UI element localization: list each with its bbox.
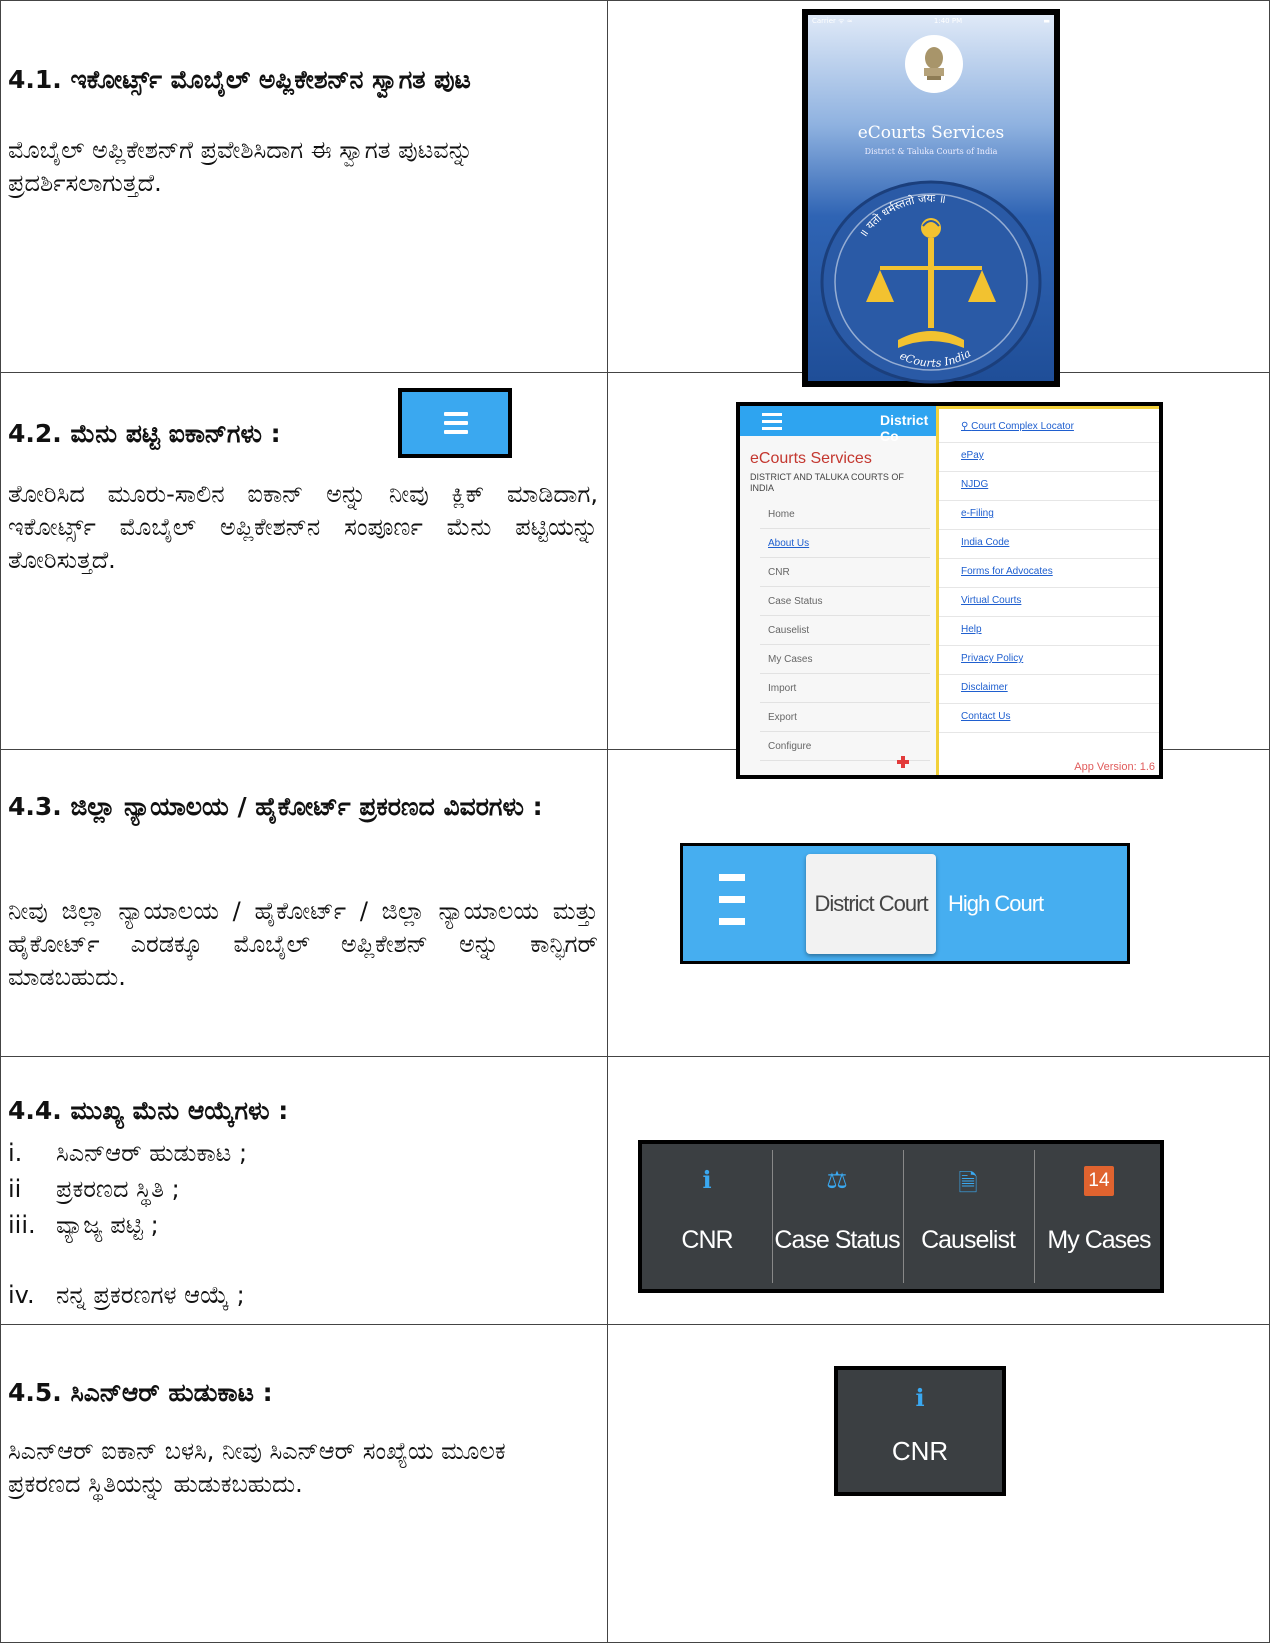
row-divider [0,1056,1270,1057]
status-bar: Carrier ᯤ ≈ 1:40 PM ▬ [812,17,1050,29]
court-tabs-screenshot: District Court High Court [680,843,1130,964]
menu-item-home[interactable]: Home [760,500,930,529]
list-item-text: ನನ್ನ ಪ್ರಕರಣಗಳ ಆಯ್ಕೆ ; [56,1281,245,1309]
national-emblem-icon [905,35,963,93]
menu-item-case-status[interactable]: Case Status [760,587,930,616]
list-item-number: i. [8,1139,23,1167]
menu-link-label: Court Complex Locator [971,421,1074,432]
tab-high-court[interactable]: High Court [948,854,1044,954]
menu-item-import[interactable]: Import [760,674,930,703]
menu-link-india-code[interactable]: India Code [961,528,1141,557]
menu-icon-preview [398,388,512,458]
row-4-3-heading-wrap: 4.3. ಜಿಲ್ಲಾ ನ್ಯಾಯಾಲಯ / ಹೈಕೋರ್ಟ್ ಪ್ರಕರಣದ … [8,789,568,825]
main-menu-case-status[interactable]: ⚖ Case Status [772,1144,902,1289]
location-pin-icon: ⚲ [961,421,972,432]
menu-brand: eCourts Services [750,450,872,467]
main-menu-causelist[interactable]: 🗎 Causelist [903,1144,1033,1289]
list-item: ii ಪ್ರಕರಣದ ಸ್ಥಿತಿ ; [8,1173,598,1209]
section-body-4-2: ತೋರಿಸಿದ ಮೂರು-ಸಾಲಿನ ಐಕಾನ್ ಅನ್ನು ನೀವು ಕ್ಲಿ… [8,480,598,574]
main-menu-screenshot: ℹ CNR ⚖ Case Status 🗎 Causelist 14 My Ca… [638,1140,1164,1293]
menu-link-epay[interactable]: ePay [961,441,1141,470]
section-heading-4-2: 4.2. ಮೆನು ಪಟ್ಟಿ ಐಕಾನ್‌ಗಳು : [8,419,281,448]
menu-link-privacy-policy[interactable]: Privacy Policy [961,644,1141,673]
list-item: iv. ನನ್ನ ಪ್ರಕರಣಗಳ ಆಯ್ಕೆ ; [8,1279,598,1315]
app-top-bar: District Co [740,406,950,444]
row-4-3-text: ನೀವು ಜಿಲ್ಲಾ ನ್ಯಾಯಾಲಯ / ಹೈಕೋರ್ಟ್ / ಜಿಲ್ಲಾ… [8,895,598,994]
section-heading-4-5: 4.5. ಸಿಎನ್ಆರ್ ಹುಡುಕಾಟ : [8,1378,273,1407]
menu-link-njdg[interactable]: NJDG [961,470,1141,499]
list-item-number: ii [8,1175,22,1203]
app-version: App Version: 1.6 [1074,761,1155,773]
menu-item-my-cases[interactable]: My Cases [760,645,930,674]
list-item-text: ಪ್ರಕರಣದ ಸ್ಥಿತಿ ; [56,1175,180,1203]
row-divider [0,0,1270,1]
menu-link-contact-us[interactable]: Contact Us [961,702,1141,731]
cnr-label: CNR [891,1436,949,1466]
row-divider [0,1324,1270,1325]
clock-label: 1:40 PM [933,17,963,25]
menu-list-screenshot: District Co eCourts Services DISTRICT AN… [736,402,1163,779]
row-4-4-text: 4.4. ಮುಖ್ಯ ಮೆನು ಆಯ್ಕೆಗಳು : i. ಸಿಎನ್ಆರ್ ಹ… [8,1093,598,1315]
section-body-4-5: ಸಿಎನ್ಆರ್ ಐಕಾನ್ ಬಳಸಿ, ನೀವು ಸಿಎನ್ಆರ್ ಸಂಖ್ಯ… [8,1437,506,1498]
menu-brand-subtitle: DISTRICT AND TALUKA COURTS OF INDIA [750,472,904,493]
main-menu-label: My Cases [1047,1226,1151,1254]
welcome-screen-image: Carrier ᯤ ≈ 1:40 PM ▬ eCourts Services D… [802,9,1060,387]
menu-link-virtual-courts[interactable]: Virtual Courts [961,586,1141,615]
hamburger-bar [444,430,468,434]
cnr-button-screenshot: ℹ CNR [834,1366,1006,1496]
menu-item-causelist[interactable]: Causelist [760,616,930,645]
table-border-left [0,0,1,1643]
hamburger-icon[interactable] [762,413,782,434]
row-divider [0,372,1270,373]
list-item-text: ಸಿಎನ್ಆರ್ ಹುಡುಕಾಟ ; [56,1139,248,1167]
hamburger-bar [444,421,468,425]
options-list: i. ಸಿಎನ್ಆರ್ ಹುಡುಕಾಟ ; ii ಪ್ರಕರಣದ ಸ್ಥಿತಿ … [8,1137,598,1315]
hamburger-icon [444,412,468,416]
menu-item-about-us[interactable]: About Us [760,529,930,558]
row-4-5-text: 4.5. ಸಿಎನ್ಆರ್ ಹುಡುಕಾಟ : ಸಿಎನ್ಆರ್ ಐಕಾನ್ ಬ… [8,1375,528,1501]
battery-icon: ▬ [1043,17,1050,25]
scales-icon: ⚖ [826,1166,848,1194]
splash-subtitle: District & Taluka Courts of India [864,147,998,156]
row-4-2-heading-wrap: 4.2. ಮೆನು ಪಟ್ಟಿ ಐಕಾನ್‌ಗಳು : [8,416,388,452]
list-item-number: iii. [8,1211,36,1239]
info-icon: ℹ [915,1384,925,1412]
row-4-2-text: ತೋರಿಸಿದ ಮೂರು-ಸಾಲಿನ ಐಕಾನ್ ಅನ್ನು ನೀವು ಕ್ಲಿ… [8,478,598,577]
cnr-button[interactable]: ℹ CNR [838,1370,1002,1492]
menu-link-e-filing[interactable]: e-Filing [961,499,1141,528]
list-item: iii. ವ್ಯಾಜ್ಯ ಪಟ್ಟಿ ; [8,1209,598,1245]
info-icon: ℹ [702,1166,712,1194]
tab-district-court[interactable]: District Court [806,854,936,954]
menu-link-court-complex-locator[interactable]: ⚲ Court Complex Locator [961,412,1141,441]
section-heading-4-1: 4.1. ಇಕೋರ್ಟ್ಸ್ ಮೊಬೈಲ್ ಅಪ್ಲಿಕೇಶನ್‌ನ ಸ್ವಾಗ… [8,65,471,94]
menu-item-export[interactable]: Export [760,703,930,732]
list-item-text: ವ್ಯಾಜ್ಯ ಪಟ್ಟಿ ; [56,1211,159,1239]
main-menu-label: CNR [681,1226,733,1254]
plus-icon[interactable] [897,756,909,768]
list-item: i. ಸಿಎನ್ಆರ್ ಹುಡುಕಾಟ ; [8,1137,598,1173]
list-item-number: iv. [8,1281,35,1309]
section-body-4-3: ನೀವು ಜಿಲ್ಲಾ ನ್ಯಾಯಾಲಯ / ಹೈಕೋರ್ಟ್ / ಜಿಲ್ಲಾ… [8,897,598,991]
main-menu-label: Case Status [774,1226,900,1254]
carrier-label: Carrier ᯤ ≈ [812,17,853,25]
section-heading-4-3: 4.3. ಜಿಲ್ಲಾ ನ್ಯಾಯಾಲಯ / ಹೈಕೋರ್ಟ್ ಪ್ರಕರಣದ … [8,792,543,821]
main-menu-cnr[interactable]: ℹ CNR [642,1144,772,1289]
document-icon: 🗎 [958,1169,978,1197]
menu-link-disclaimer[interactable]: Disclaimer [961,673,1141,702]
section-heading-4-4: 4.4. ಮುಖ್ಯ ಮೆನು ಆಯ್ಕೆಗಳು : [8,1096,289,1125]
ecourts-seal-logo: ॥ यतो धर्मस्ततो जयः ॥ eCourts India [818,180,1044,385]
menu-drawer-right: ⚲ Court Complex Locator ePay NJDG e-Fili… [936,406,1159,775]
table-column-divider [607,0,608,1643]
main-menu-my-cases[interactable]: 14 My Cases [1034,1144,1164,1289]
cases-count-badge: 14 [1084,1166,1114,1196]
menu-link-help[interactable]: Help [961,615,1141,644]
menu-link-forms-for-advocates[interactable]: Forms for Advocates [961,557,1141,586]
section-body-4-1: ಮೊಬೈಲ್ ಅಪ್ಲಿಕೇಶನ್‌ಗೆ ಪ್ರವೇಶಿಸಿದಾಗ ಈ ಸ್ವಾ… [8,136,473,197]
row-4-1-text: 4.1. ಇಕೋರ್ಟ್ಸ್ ಮೊಬೈಲ್ ಅಪ್ಲಿಕೇಶನ್‌ನ ಸ್ವಾಗ… [8,62,528,200]
main-menu-label: Causelist [921,1226,1016,1254]
menu-item-cnr[interactable]: CNR [760,558,930,587]
splash-title: eCourts Services [857,123,1005,143]
